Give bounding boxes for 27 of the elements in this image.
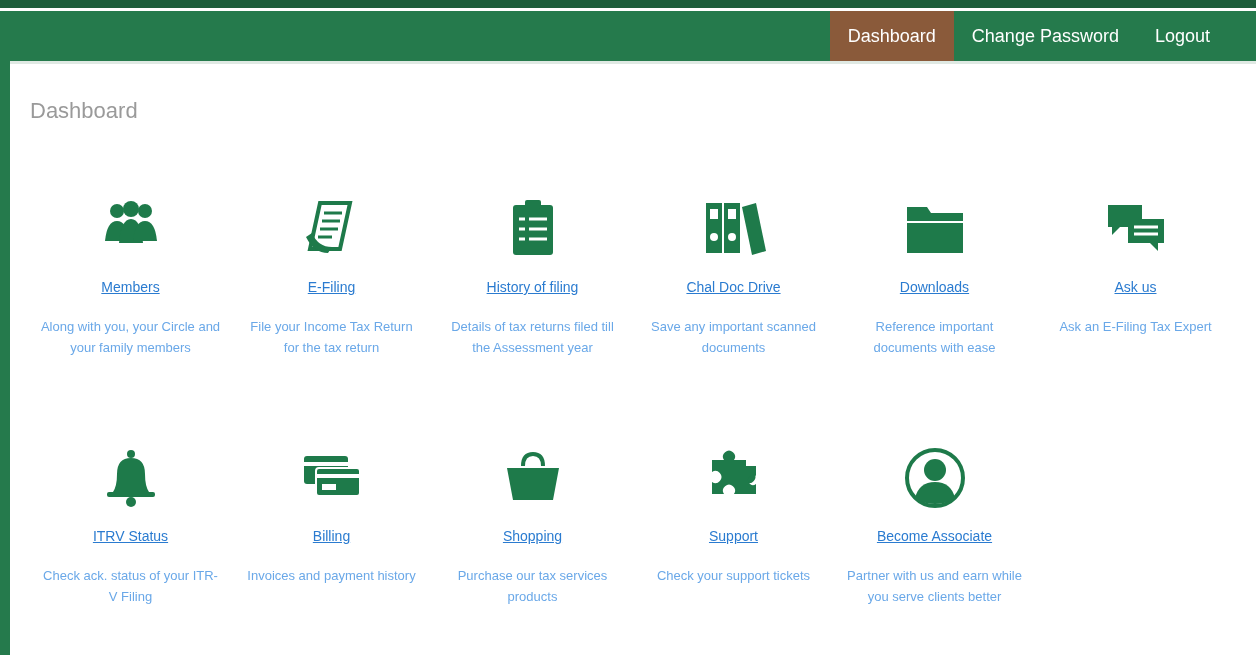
nav-link[interactable]: Dashboard (829, 11, 954, 61)
tile-description: File your Income Tax Return for the tax return (249, 318, 414, 357)
nav-link[interactable]: Logout (1136, 11, 1228, 61)
tile-title-link[interactable]: Become Associate (876, 526, 993, 547)
tile-title-link[interactable]: ITRV Status (92, 526, 169, 547)
tile-description: Check ack. status of your ITR-V Filing (42, 567, 219, 606)
tile-title-link[interactable]: Members (101, 277, 160, 298)
person-icon[interactable] (902, 446, 967, 508)
tile-title-link[interactable]: Support (708, 526, 758, 547)
tile-title-link[interactable]: Downloads (899, 277, 970, 298)
tile-description: Reference important documents with ease (872, 318, 997, 357)
tile-description: Save any important scanned documents (650, 318, 817, 357)
tile-description: Check your support tickets (656, 567, 811, 585)
tile-description: Along with you, your Circle and your family members (40, 318, 221, 357)
tile-title-link[interactable]: Chal Doc Drive (686, 277, 781, 298)
tile-title-link[interactable]: Ask us (1114, 277, 1157, 298)
tile-description: Partner with us and earn while you serve clients better (846, 567, 1023, 606)
tile-title-link[interactable]: Billing (312, 526, 351, 547)
page-heading: Dashboard (30, 97, 139, 125)
tile-title-link[interactable]: E-Filing (307, 277, 356, 298)
tile-description: Invoices and payment history (247, 567, 416, 585)
tile-description: Purchase our tax services products (456, 567, 609, 606)
tile-title-link[interactable]: History of filing (486, 277, 579, 298)
tile-description: Details of tax returns filed till the Assessment year (450, 318, 615, 357)
tile-description: Ask an E-Filing Tax Expert (1059, 318, 1212, 336)
tile-title-link[interactable]: Shopping (502, 526, 563, 547)
nav-link[interactable]: Change Password (953, 11, 1137, 61)
